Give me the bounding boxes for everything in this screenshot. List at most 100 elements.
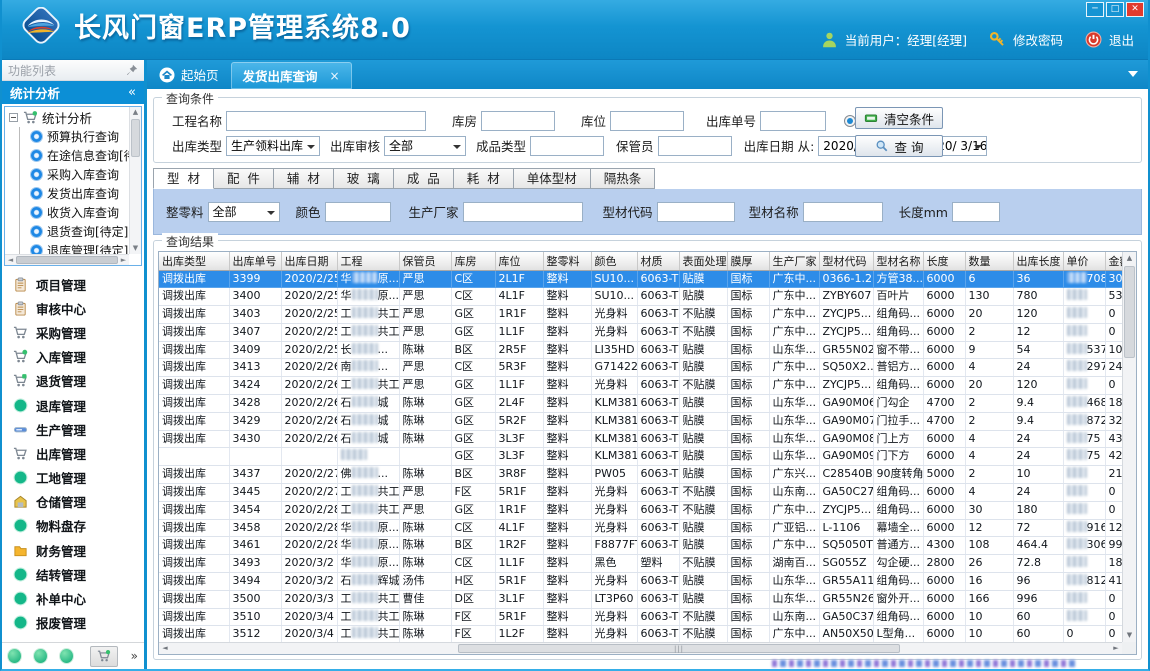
tree-item[interactable]: 收货入库查询 bbox=[5, 203, 141, 222]
profile-code-input[interactable] bbox=[657, 202, 735, 222]
table-row[interactable]: 调拨出库33992020/2/25华原...严思C区2L1F整料SU10...6… bbox=[159, 270, 1137, 288]
scroll-left-icon[interactable]: ◄ bbox=[159, 643, 171, 654]
tree-vertical-scrollbar[interactable]: ▲ ▼ bbox=[129, 107, 141, 254]
product-type-input[interactable] bbox=[530, 136, 604, 156]
column-header[interactable]: 生产厂家 bbox=[769, 252, 819, 270]
collapse-icon[interactable]: « bbox=[128, 85, 136, 100]
material-tab-3[interactable]: 辅 材 bbox=[274, 168, 334, 189]
column-header[interactable]: 库房 bbox=[451, 252, 495, 270]
sidebar-item-补单中心[interactable]: 补单中心 bbox=[2, 586, 144, 610]
tree-item[interactable]: 发货出库查询 bbox=[5, 184, 141, 203]
sidebar-item-项目管理[interactable]: 项目管理 bbox=[2, 272, 144, 296]
change-password-link[interactable]: 修改密码 bbox=[1013, 30, 1063, 49]
color-input[interactable] bbox=[325, 202, 391, 222]
tab-list-dropdown-icon[interactable] bbox=[1128, 71, 1138, 82]
table-row[interactable]: 调拨出库34282020/2/26石城陈琳G区2L4F整料KLM38176063… bbox=[159, 395, 1137, 413]
material-tab-8[interactable]: 隔热条 bbox=[591, 168, 656, 189]
column-header[interactable]: 膜厚 bbox=[727, 252, 769, 270]
sidebar-item-采购管理[interactable]: 采购管理 bbox=[2, 320, 144, 344]
search-button[interactable]: 查 询 bbox=[855, 135, 943, 157]
column-header[interactable]: 表面处理 bbox=[679, 252, 727, 270]
scroll-left-icon[interactable]: ◄ bbox=[5, 255, 16, 265]
sidebar-item-物料盘存[interactable]: 物料盘存 bbox=[2, 514, 144, 538]
minimize-button[interactable]: ─ bbox=[1086, 2, 1104, 17]
scroll-right-icon[interactable]: ► bbox=[118, 255, 129, 265]
tree-root[interactable]: 统计分析 bbox=[5, 107, 141, 127]
out-type-select[interactable]: 生产领料出库 bbox=[226, 136, 320, 156]
column-header[interactable]: 工程 bbox=[337, 252, 399, 270]
table-row[interactable]: 调拨出库34372020/2/27佛...陈琳B区3R8F整料PW056063-… bbox=[159, 466, 1137, 484]
table-row[interactable]: 调拨出库34582020/2/28华原...陈琳C区4L1F整料光身料6063-… bbox=[159, 519, 1137, 537]
grid-horizontal-scrollbar[interactable]: ◄ ||| ► bbox=[159, 642, 1122, 654]
material-tab-1[interactable]: 型 材 bbox=[153, 168, 214, 189]
table-row[interactable]: 调拨出库34072020/2/25工共工程严思G区1L1F整料光身料6063-T… bbox=[159, 323, 1137, 341]
sidebar-item-财务管理[interactable]: 财务管理 bbox=[2, 538, 144, 562]
sidebar-item-结转管理[interactable]: 结转管理 bbox=[2, 562, 144, 586]
table-row[interactable]: 调拨出库34002020/2/25华原...严思C区4L1F整料SU10...6… bbox=[159, 288, 1137, 306]
clear-conditions-button[interactable]: 清空条件 bbox=[855, 107, 943, 129]
tab-close-icon[interactable]: × bbox=[330, 69, 340, 83]
tree-item[interactable]: 采购入库查询 bbox=[5, 165, 141, 184]
table-row[interactable]: 调拨出库34242020/2/26工共工程严思G区1L1F整料光身料6063-T… bbox=[159, 377, 1137, 395]
keeper-input[interactable] bbox=[658, 136, 732, 156]
tree-item[interactable]: 在途信息查询[待 bbox=[5, 146, 141, 165]
table-row[interactable]: G区3L3F整料KLM38176063-T5贴膜国标山东华...GA90M09.… bbox=[159, 448, 1137, 466]
close-button[interactable]: ✕ bbox=[1126, 2, 1144, 17]
audit-select[interactable]: 全部 bbox=[384, 136, 466, 156]
column-header[interactable]: 库位 bbox=[495, 252, 543, 270]
warehouse-input[interactable] bbox=[481, 111, 555, 131]
module-dot-icon[interactable] bbox=[34, 649, 47, 663]
scrollbar-thumb[interactable] bbox=[16, 256, 118, 264]
tab-shipping-outbound-query[interactable]: 发货出库查询 × bbox=[231, 62, 352, 89]
sidebar-section-header[interactable]: 统计分析 « bbox=[2, 81, 144, 104]
column-header[interactable]: 型材代码 bbox=[819, 252, 873, 270]
column-header[interactable]: 材质 bbox=[637, 252, 679, 270]
location-input[interactable] bbox=[610, 111, 684, 131]
column-header[interactable]: 单价 bbox=[1063, 252, 1105, 270]
scroll-down-icon[interactable]: ▼ bbox=[1123, 629, 1136, 642]
tree-item[interactable]: 预算执行查询 bbox=[5, 127, 141, 146]
table-row[interactable]: 调拨出库34032020/2/25工共工程严思G区1R1F整料光身料6063-T… bbox=[159, 306, 1137, 324]
material-tab-6[interactable]: 耗 材 bbox=[454, 168, 514, 189]
column-header[interactable]: 整零料 bbox=[543, 252, 591, 270]
sidebar-item-入库管理[interactable]: 入库管理 bbox=[2, 345, 144, 369]
sidebar-item-审核中心[interactable]: 审核中心 bbox=[2, 296, 144, 320]
table-row[interactable]: 调拨出库34302020/2/26石城陈琳G区3L3F整料KLM38176063… bbox=[159, 430, 1137, 448]
column-header[interactable]: 长度 bbox=[923, 252, 965, 270]
column-header[interactable]: 出库类型 bbox=[159, 252, 229, 270]
column-header[interactable]: 保管员 bbox=[399, 252, 451, 270]
sidebar-item-退库管理[interactable]: 退库管理 bbox=[2, 393, 144, 417]
project-name-input[interactable] bbox=[226, 111, 426, 131]
scrollbar-thumb[interactable] bbox=[1124, 266, 1135, 358]
scroll-down-icon[interactable]: ▼ bbox=[130, 243, 141, 254]
sidebar-item-工地管理[interactable]: 工地管理 bbox=[2, 466, 144, 490]
sidebar-item-出库管理[interactable]: 出库管理 bbox=[2, 441, 144, 465]
grid-vertical-scrollbar[interactable]: ▲ ▼ bbox=[1122, 252, 1136, 642]
scroll-up-icon[interactable]: ▲ bbox=[1123, 252, 1136, 265]
material-tab-4[interactable]: 玻 璃 bbox=[334, 168, 394, 189]
table-row[interactable]: 调拨出库34092020/2/25长...陈琳B区2R5F整料LI35HD606… bbox=[159, 341, 1137, 359]
scrollbar-thumb[interactable] bbox=[131, 119, 140, 157]
tree-item[interactable]: 退货查询[待定] bbox=[5, 222, 141, 241]
scroll-right-icon[interactable]: ► bbox=[1110, 643, 1122, 654]
order-no-input[interactable] bbox=[760, 111, 826, 131]
manufacturer-input[interactable] bbox=[463, 202, 583, 222]
column-header[interactable]: 出库单号 bbox=[229, 252, 281, 270]
table-row[interactable]: 调拨出库34542020/2/28工共工程严思G区1R1F整料光身料6063-T… bbox=[159, 501, 1137, 519]
scroll-up-icon[interactable]: ▲ bbox=[130, 107, 141, 118]
length-mm-input[interactable] bbox=[952, 202, 1000, 222]
table-row[interactable]: 调拨出库34452020/2/27工共工程严思F区5R1F整料光身料6063-T… bbox=[159, 484, 1137, 502]
expander-icon[interactable] bbox=[9, 113, 18, 122]
sidebar-item-退货管理[interactable]: 退货管理 bbox=[2, 369, 144, 393]
maximize-button[interactable]: □ bbox=[1106, 2, 1124, 17]
table-row[interactable]: 调拨出库34292020/2/26石城陈琳G区5R2F整料KLM38176063… bbox=[159, 412, 1137, 430]
material-tab-5[interactable]: 成 品 bbox=[394, 168, 454, 189]
table-row[interactable]: 调拨出库34942020/3/2石辉城汤伟H区5R1F整料光身料6063-T5贴… bbox=[159, 573, 1137, 591]
column-header[interactable]: 数量 bbox=[965, 252, 1013, 270]
table-row[interactable]: 调拨出库34932020/3/2华原...陈琳C区1L1F整料黑色塑料不贴膜国标… bbox=[159, 555, 1137, 573]
sidebar-item-生产管理[interactable]: 生产管理 bbox=[2, 417, 144, 441]
pin-icon[interactable] bbox=[126, 64, 138, 76]
column-header[interactable]: 颜色 bbox=[591, 252, 637, 270]
table-row[interactable]: 调拨出库34612020/2/28华原...陈琳B区1R2F整料F8877FT6… bbox=[159, 537, 1137, 555]
module-dot-icon[interactable] bbox=[8, 649, 21, 663]
